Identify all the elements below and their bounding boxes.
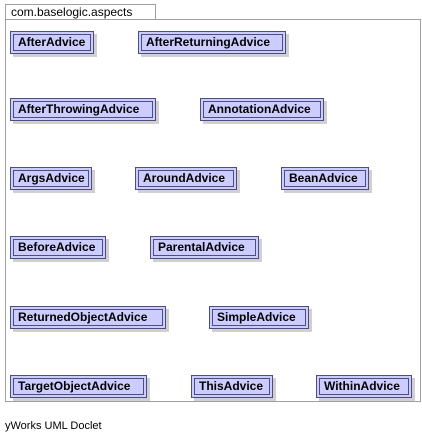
class-box-beanadvice[interactable]: BeanAdvice (281, 167, 369, 190)
class-name: ArgsAdvice (13, 170, 89, 187)
class-box-beforeadvice[interactable]: BeforeAdvice (10, 236, 106, 259)
class-name: AroundAdvice (138, 170, 234, 187)
package-name: com.baselogic.aspects (11, 5, 133, 19)
class-box-simpleadvice[interactable]: SimpleAdvice (209, 306, 309, 329)
class-box-withinadvice[interactable]: WithinAdvice (316, 375, 412, 398)
class-name: SimpleAdvice (212, 309, 306, 326)
class-name: AnnotationAdvice (203, 101, 321, 118)
class-box-argsadvice[interactable]: ArgsAdvice (10, 167, 92, 190)
class-name: TargetObjectAdvice (13, 378, 144, 395)
class-name: BeanAdvice (284, 170, 366, 187)
class-name: AfterReturningAdvice (141, 34, 283, 51)
class-box-thisadvice[interactable]: ThisAdvice (191, 375, 273, 398)
class-name: ReturnedObjectAdvice (13, 309, 163, 326)
class-name: AfterAdvice (13, 34, 91, 51)
class-box-returnedobjectadvice[interactable]: ReturnedObjectAdvice (10, 306, 166, 329)
class-box-parentaladvice[interactable]: ParentalAdvice (150, 236, 259, 259)
package-frame (5, 19, 421, 402)
class-box-aroundadvice[interactable]: AroundAdvice (135, 167, 237, 190)
class-box-targetobjectadvice[interactable]: TargetObjectAdvice (10, 375, 147, 398)
class-name: ParentalAdvice (153, 239, 256, 256)
class-name: AfterThrowingAdvice (13, 101, 153, 118)
class-box-afterthrowingadvice[interactable]: AfterThrowingAdvice (10, 98, 156, 121)
package-tab: com.baselogic.aspects (5, 4, 156, 20)
class-box-annotationadvice[interactable]: AnnotationAdvice (200, 98, 324, 121)
footer-credit: yWorks UML Doclet (5, 420, 102, 432)
class-box-afterreturningadvice[interactable]: AfterReturningAdvice (138, 31, 286, 54)
class-name: BeforeAdvice (13, 239, 103, 256)
class-box-afteradvice[interactable]: AfterAdvice (10, 31, 94, 54)
class-name: WithinAdvice (319, 378, 409, 395)
class-name: ThisAdvice (194, 378, 270, 395)
